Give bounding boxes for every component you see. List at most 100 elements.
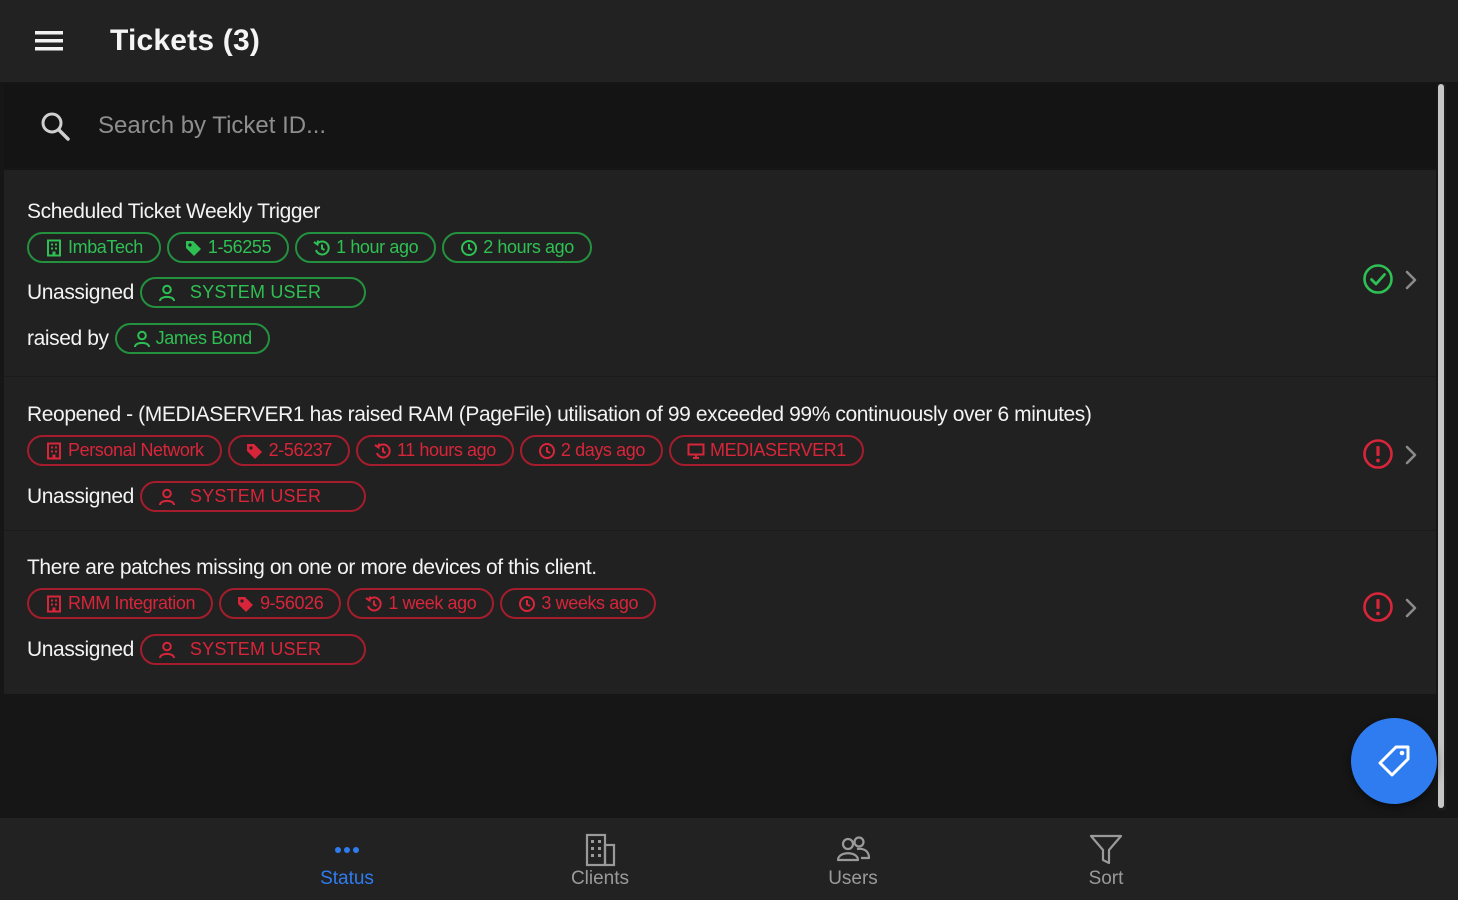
- bottom-nav: Status Clients Users Sort: [0, 818, 1458, 900]
- ticket-id-chip[interactable]: 9-56026: [219, 588, 342, 619]
- ticket-chips: ImbaTech 1-56255 1 hour ago 2 hours ago: [27, 232, 592, 263]
- scrollbar[interactable]: [1438, 84, 1446, 810]
- assignee-chip[interactable]: SYSTEM USER: [139, 481, 366, 512]
- page-title: Tickets (3): [110, 24, 261, 57]
- hamburger-menu-icon: [35, 31, 63, 51]
- client-name: ImbaTech: [68, 237, 143, 257]
- clock-icon: [519, 595, 536, 612]
- created-time: 2 days ago: [560, 440, 645, 460]
- ticket-list: Scheduled Ticket Weekly Trigger ImbaTech…: [4, 170, 1436, 694]
- nav-clients-label: Clients: [570, 868, 630, 889]
- clock-icon: [538, 442, 555, 459]
- nav-status[interactable]: Status: [267, 818, 427, 900]
- assignee-name: SYSTEM USER: [189, 282, 322, 302]
- client-chip[interactable]: RMM Integration: [27, 588, 214, 619]
- created-chip: 2 hours ago: [442, 232, 592, 263]
- history-icon: [313, 239, 330, 255]
- tags-icon: [238, 596, 254, 612]
- assignee-line: Unassigned SYSTEM USER: [27, 481, 366, 512]
- nav-users-label: Users: [828, 868, 878, 889]
- ticket-item[interactable]: Scheduled Ticket Weekly Trigger ImbaTech…: [4, 170, 1436, 376]
- search-icon[interactable]: [38, 109, 72, 143]
- ticket-chips: RMM Integration 9-56026 1 week ago 3 wee…: [27, 588, 657, 619]
- monitor-icon: [687, 443, 705, 459]
- app-header: Tickets (3): [0, 0, 1458, 82]
- ticket-item[interactable]: Reopened - (MEDIASERVER1 has raised RAM …: [4, 376, 1436, 530]
- raised-by-chip[interactable]: James Bond: [114, 323, 270, 354]
- building-icon: [47, 239, 61, 256]
- assignee-name: SYSTEM USER: [189, 639, 322, 659]
- assignee-line: Unassigned SYSTEM USER: [27, 634, 366, 665]
- client-chip[interactable]: Personal Network: [27, 435, 222, 466]
- assignee-line: Unassigned SYSTEM USER: [27, 277, 366, 308]
- client-name: Personal Network: [68, 440, 204, 460]
- ticket-id-chip[interactable]: 2-56237: [227, 435, 350, 466]
- chevron-right-icon[interactable]: [1402, 444, 1420, 466]
- scrollbar-thumb[interactable]: [1438, 84, 1444, 808]
- nav-sort-label: Sort: [1088, 868, 1124, 889]
- chevron-right-icon[interactable]: [1402, 269, 1420, 291]
- device-name: MEDIASERVER1: [709, 440, 846, 460]
- tag-icon: [1378, 745, 1410, 777]
- updated-chip: 1 hour ago: [295, 232, 437, 263]
- search-input[interactable]: [98, 101, 1398, 151]
- nav-sort[interactable]: Sort: [1026, 818, 1186, 900]
- created-time: 3 weeks ago: [541, 593, 639, 613]
- app: Tickets (3) Scheduled Ticket Weekly Trig…: [0, 0, 1458, 900]
- clock-icon: [461, 239, 478, 256]
- updated-chip: 11 hours ago: [355, 435, 514, 466]
- history-icon: [365, 595, 382, 611]
- tags-icon: [185, 240, 201, 256]
- tags-icon: [246, 443, 262, 459]
- search-bar: [4, 84, 1436, 168]
- ticket-id: 1-56255: [207, 237, 272, 257]
- user-icon: [158, 284, 175, 301]
- ticket-title: Scheduled Ticket Weekly Trigger: [27, 200, 321, 223]
- ticket-title: There are patches missing on one or more…: [27, 556, 597, 579]
- device-chip[interactable]: MEDIASERVER1: [668, 435, 864, 466]
- created-chip: 2 days ago: [519, 435, 663, 466]
- assignee-chip[interactable]: SYSTEM USER: [139, 634, 366, 665]
- nav-clients[interactable]: Clients: [520, 818, 680, 900]
- client-name: RMM Integration: [68, 593, 196, 613]
- alert-circle-icon: [1363, 439, 1393, 469]
- building-icon: [585, 833, 616, 867]
- chevron-right-icon[interactable]: [1402, 597, 1420, 619]
- assignee-chip[interactable]: SYSTEM USER: [139, 277, 366, 308]
- check-circle-icon: [1363, 264, 1393, 294]
- nav-users[interactable]: Users: [773, 818, 933, 900]
- user-icon: [133, 330, 150, 347]
- building-icon: [47, 595, 61, 612]
- assigned-label: Unassigned: [27, 637, 134, 661]
- raised-by-label: raised by: [27, 326, 109, 350]
- assigned-label: Unassigned: [27, 280, 134, 304]
- ticket-id: 9-56026: [260, 593, 324, 613]
- history-icon: [374, 442, 391, 458]
- client-chip[interactable]: ImbaTech: [27, 232, 161, 263]
- users-icon: [836, 836, 871, 862]
- ticket-id-chip[interactable]: 1-56255: [166, 232, 290, 263]
- ticket-id: 2-56237: [268, 440, 333, 460]
- assignee-name: SYSTEM USER: [189, 486, 322, 506]
- assigned-label: Unassigned: [27, 484, 134, 508]
- updated-time: 1 week ago: [388, 593, 477, 613]
- filter-icon: [1089, 834, 1123, 865]
- alert-circle-icon: [1363, 592, 1393, 622]
- updated-time: 1 hour ago: [336, 237, 419, 257]
- add-ticket-button[interactable]: [1351, 718, 1437, 804]
- ticket-item[interactable]: There are patches missing on one or more…: [4, 530, 1436, 694]
- dots-icon: [335, 847, 359, 853]
- created-time: 2 hours ago: [483, 237, 574, 257]
- menu-button[interactable]: [24, 21, 74, 61]
- created-chip: 3 weeks ago: [500, 588, 657, 619]
- updated-time: 11 hours ago: [396, 440, 496, 460]
- updated-chip: 1 week ago: [347, 588, 495, 619]
- raised-by-name: James Bond: [155, 328, 252, 348]
- nav-status-label: Status: [320, 868, 374, 889]
- user-icon: [158, 641, 175, 658]
- ticket-title: Reopened - (MEDIASERVER1 has raised RAM …: [27, 403, 1092, 426]
- ticket-chips: Personal Network 2-56237 11 hours ago 2 …: [27, 435, 864, 466]
- building-icon: [47, 442, 61, 459]
- user-icon: [158, 488, 175, 505]
- raised-by-line: raised by James Bond: [27, 323, 270, 354]
